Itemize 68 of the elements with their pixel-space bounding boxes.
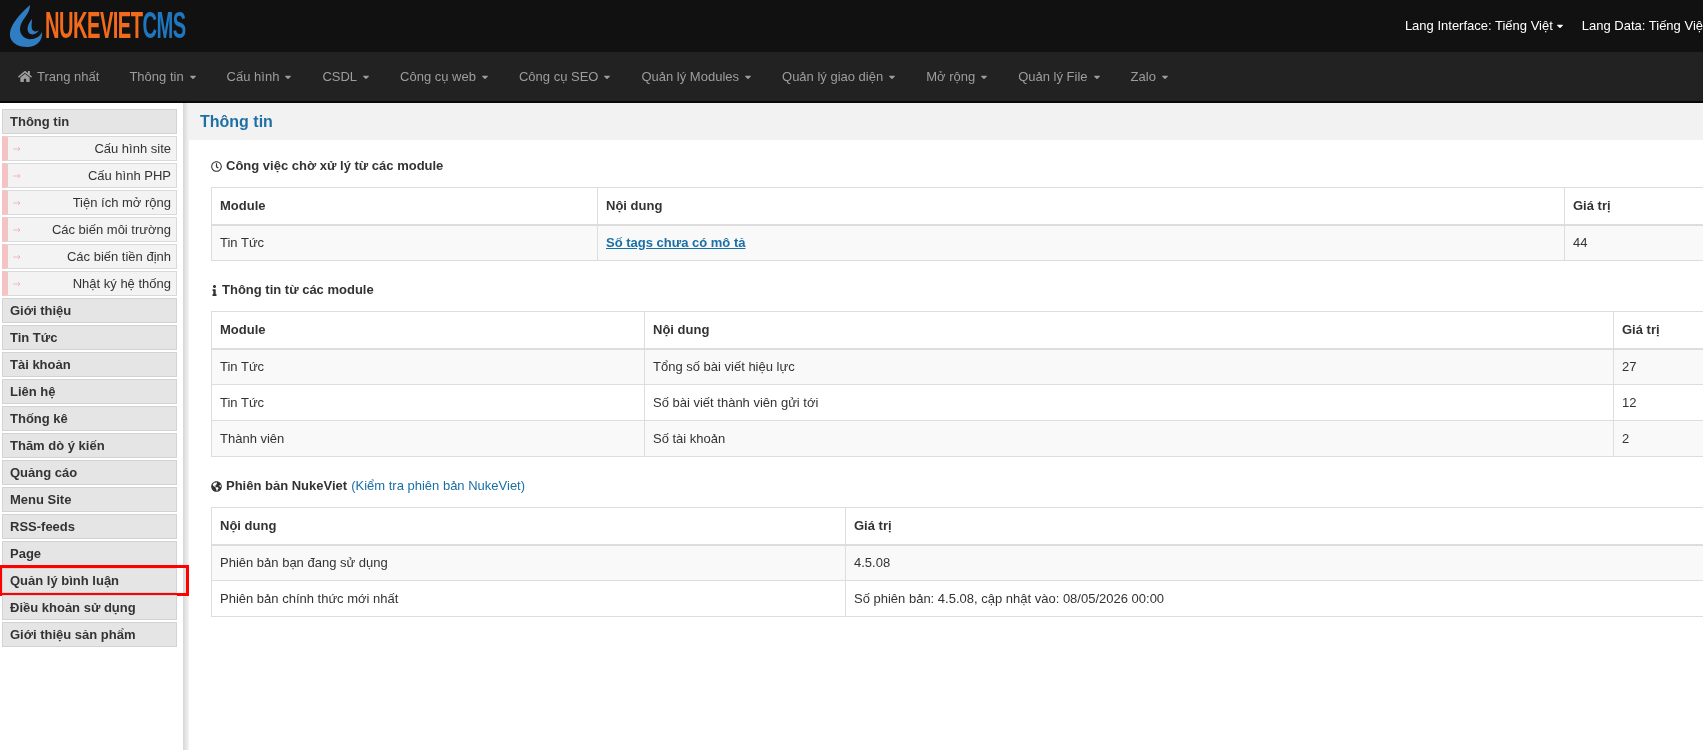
sidebar-subitem[interactable]: Nhật ký hệ thống bbox=[2, 271, 177, 296]
sidebar-item[interactable]: Thông tin bbox=[2, 109, 177, 134]
sidebar-subitem[interactable]: Cấu hình site bbox=[2, 136, 177, 161]
nav-menu-item[interactable]: Quản lý File bbox=[1003, 52, 1116, 101]
language-dropdown[interactable]: Lang Interface: Tiếng Việt bbox=[1404, 16, 1564, 36]
table-cell: Tổng số bài viết hiệu lực bbox=[644, 348, 1614, 385]
table-cell: Tin Tức bbox=[211, 224, 598, 261]
page-title: Thông tin bbox=[200, 111, 273, 132]
nav-menu-item[interactable]: Cấu hình bbox=[211, 52, 308, 101]
column-header: Giá trị bbox=[845, 507, 1703, 545]
column-header: Module bbox=[211, 187, 598, 225]
sidebar-item[interactable]: RSS-feeds bbox=[2, 514, 177, 539]
nav-menu-item[interactable]: Công cụ SEO bbox=[503, 52, 627, 101]
sidebar-subitem[interactable]: Tiện ích mở rộng bbox=[2, 190, 177, 215]
nav-menu-item[interactable]: Trang nhất bbox=[3, 52, 115, 101]
column-header: Giá trị bbox=[1564, 187, 1703, 225]
sidebar-item[interactable]: Page bbox=[2, 541, 177, 566]
sidebar-item[interactable]: Quản lý bình luận bbox=[2, 568, 177, 593]
clock-icon bbox=[211, 160, 222, 172]
home-icon bbox=[18, 70, 32, 83]
sidebar-subitem[interactable]: Các biến tiền định bbox=[2, 244, 177, 269]
check-version-link[interactable]: (Kiểm tra phiên bản NukeViet) bbox=[351, 476, 526, 496]
table-cell: Phiên bản bạn đang sử dụng bbox=[211, 544, 846, 581]
sidebar-subitem[interactable]: Cấu hình PHP bbox=[2, 163, 177, 188]
sidebar-item[interactable]: Điều khoản sử dụng bbox=[2, 595, 177, 620]
language-dropdown[interactable]: Lang Data: Tiếng Việ bbox=[1581, 16, 1703, 36]
info-icon bbox=[211, 284, 218, 296]
column-header: Giá trị bbox=[1613, 311, 1703, 349]
section-title: Phiên bản NukeViet bbox=[226, 477, 348, 496]
column-header: Nội dung bbox=[597, 187, 1565, 225]
nav-menu-item[interactable]: Zalo bbox=[1115, 52, 1184, 101]
arrow-right-icon bbox=[13, 199, 21, 206]
sidebar-item[interactable]: Quảng cáo bbox=[2, 460, 177, 485]
arrow-right-icon bbox=[13, 172, 21, 179]
column-header: Nội dung bbox=[644, 311, 1614, 349]
column-header: Nội dung bbox=[211, 507, 846, 545]
arrow-right-icon bbox=[13, 253, 21, 260]
nav-menu-item[interactable]: CSDL bbox=[307, 52, 386, 101]
flame-logo-icon bbox=[9, 5, 43, 47]
sidebar-item[interactable]: Liên hệ bbox=[2, 379, 177, 404]
sidebar-item[interactable]: Menu Site bbox=[2, 487, 177, 512]
column-header: Module bbox=[211, 311, 645, 349]
table-cell: Số tài khoản bbox=[644, 420, 1614, 457]
section-title: Thông tin từ các module bbox=[222, 281, 374, 300]
arrow-right-icon bbox=[13, 145, 21, 152]
globe-icon bbox=[211, 480, 222, 492]
sidebar-item[interactable]: Giới thiệu bbox=[2, 298, 177, 323]
table-cell: Thành viên bbox=[211, 420, 645, 457]
table-cell: Số bài viết thành viên gửi tới bbox=[644, 384, 1614, 421]
table-link[interactable]: Số tags chưa có mô tả bbox=[606, 235, 746, 250]
sidebar-item[interactable]: Tin Tức bbox=[2, 325, 177, 350]
table-cell: Phiên bản chính thức mới nhất bbox=[211, 580, 846, 617]
sidebar-subitem[interactable]: Các biến môi trường bbox=[2, 217, 177, 242]
nav-menu-item[interactable]: Công cụ web bbox=[385, 52, 504, 101]
sidebar-item[interactable]: Tài khoản bbox=[2, 352, 177, 377]
nav-menu-item[interactable]: Quản lý giao diện bbox=[767, 52, 912, 101]
section-title: Công việc chờ xử lý từ các module bbox=[226, 157, 444, 176]
sidebar-item[interactable]: Giới thiệu sản phẩm bbox=[2, 622, 177, 647]
logo-wordmark: NUKEVIETCMS bbox=[45, 8, 186, 44]
nav-menu-item[interactable]: Quản lý Modules bbox=[626, 52, 767, 101]
table-cell: Tin Tức bbox=[211, 384, 645, 421]
nav-menu-item[interactable]: Mở rộng bbox=[911, 52, 1004, 101]
arrow-right-icon bbox=[13, 280, 21, 287]
table-cell: Tin Tức bbox=[211, 348, 645, 385]
sidebar-item[interactable]: Thăm dò ý kiến bbox=[2, 433, 177, 458]
nav-menu-item[interactable]: Thông tin bbox=[114, 52, 212, 101]
sidebar-item[interactable]: Thống kê bbox=[2, 406, 177, 431]
arrow-right-icon bbox=[13, 226, 21, 233]
